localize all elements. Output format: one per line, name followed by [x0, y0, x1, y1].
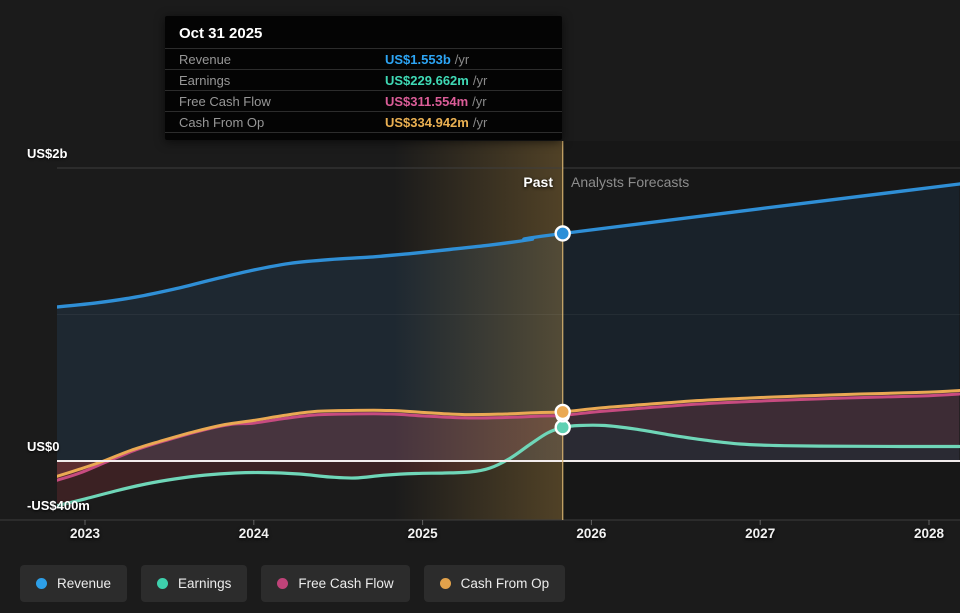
tooltip-row: RevenueUS$1.553b/yr [165, 48, 562, 69]
chart-widget: { "tooltip": { "title": "Oct 31 2025", "… [0, 0, 960, 613]
past-year-band [394, 141, 563, 520]
legend-dot-icon [277, 578, 288, 589]
past-zone-label: Past [523, 174, 553, 190]
marker-revenue[interactable] [556, 226, 570, 240]
tooltip-row: EarningsUS$229.662m/yr [165, 69, 562, 90]
x-axis-tick-label: 2027 [745, 526, 775, 541]
y-axis-tick-label: US$2b [27, 146, 67, 161]
legend-item-label: Revenue [57, 576, 111, 591]
tooltip-row-label: Earnings [179, 73, 385, 88]
tooltip-row-value: US$1.553b [385, 52, 451, 67]
chart-tooltip: Oct 31 2025 RevenueUS$1.553b/yrEarningsU… [165, 16, 562, 140]
legend-dot-icon [440, 578, 451, 589]
legend-item-earnings[interactable]: Earnings [141, 565, 247, 602]
legend-item-cash-from-op[interactable]: Cash From Op [424, 565, 566, 602]
legend-dot-icon [36, 578, 47, 589]
tooltip-row-label: Revenue [179, 52, 385, 67]
tooltip-row-value: US$229.662m [385, 73, 469, 88]
forecast-region [563, 141, 960, 520]
tooltip-row: Free Cash FlowUS$311.554m/yr [165, 90, 562, 111]
tooltip-row: Cash From OpUS$334.942m/yr [165, 111, 562, 133]
legend-item-label: Free Cash Flow [298, 576, 393, 591]
legend-item-label: Earnings [178, 576, 231, 591]
tooltip-row-label: Cash From Op [179, 115, 385, 130]
legend-item-revenue[interactable]: Revenue [20, 565, 127, 602]
legend-dot-icon [157, 578, 168, 589]
y-axis-tick-label: -US$400m [27, 498, 90, 513]
tooltip-row-unit: /yr [473, 115, 487, 130]
x-axis-tick-label: 2023 [70, 526, 100, 541]
legend-item-label: Cash From Op [461, 576, 550, 591]
tooltip-row-unit: /yr [473, 73, 487, 88]
x-axis-tick-label: 2028 [914, 526, 944, 541]
chart-legend: Revenue Earnings Free Cash Flow Cash From O… [20, 565, 565, 602]
marker-cash-from-op[interactable] [556, 405, 570, 419]
tooltip-row-unit: /yr [472, 94, 486, 109]
y-axis-tick-label: US$0 [27, 439, 60, 454]
x-axis-tick-label: 2026 [576, 526, 606, 541]
tooltip-row-value: US$311.554m [385, 94, 468, 109]
tooltip-date-title: Oct 31 2025 [165, 16, 562, 48]
legend-item-free-cash-flow[interactable]: Free Cash Flow [261, 565, 409, 602]
forecast-zone-label: Analysts Forecasts [571, 174, 689, 190]
tooltip-row-label: Free Cash Flow [179, 94, 385, 109]
x-axis-tick-label: 2024 [239, 526, 269, 541]
plot-area [56, 141, 960, 520]
tooltip-row-value: US$334.942m [385, 115, 469, 130]
x-axis-tick-label: 2025 [408, 526, 438, 541]
tooltip-row-unit: /yr [455, 52, 469, 67]
